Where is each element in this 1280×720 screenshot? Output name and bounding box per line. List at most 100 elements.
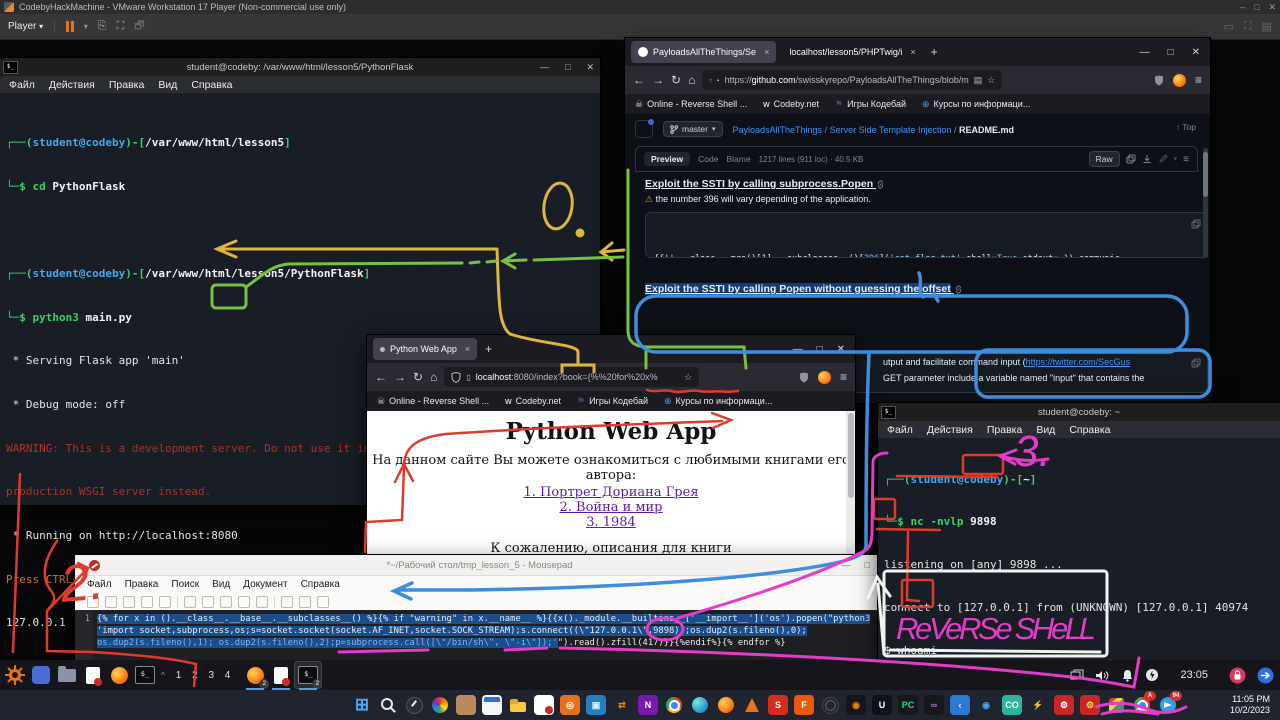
tabs-view-icon[interactable]: ▤	[1262, 20, 1272, 33]
save-icon[interactable]	[123, 596, 135, 608]
menu-item[interactable]: Правка	[987, 424, 1022, 436]
taskbar-app-icon[interactable]: ▣	[586, 695, 606, 715]
menu-item[interactable]: Правка	[125, 579, 159, 590]
bookmark-star-icon[interactable]: ☆	[987, 75, 995, 86]
home-icon[interactable]: ⌂	[688, 73, 695, 87]
taskbar-app-icon[interactable]: ⚡	[1028, 695, 1048, 715]
taskbar-mousepad-window[interactable]	[268, 662, 294, 688]
menu-item[interactable]: Действия	[49, 79, 95, 91]
scrollbar[interactable]	[1203, 148, 1208, 258]
taskbar-app-icon[interactable]: PC	[898, 695, 918, 715]
close-tab-icon[interactable]: ×	[764, 47, 769, 57]
twitter-link[interactable]: https://twitter.com/SecGus	[1026, 357, 1131, 367]
taskbar-app-icon[interactable]	[430, 695, 450, 715]
reload-icon[interactable]: ↻	[671, 73, 681, 87]
anchor-link-icon[interactable]	[954, 285, 963, 294]
minimize-button[interactable]: —	[1140, 47, 1150, 58]
mousepad-titlebar[interactable]: *~/Рабочий стол/tmp_lesson_5 - Mousepad …	[75, 555, 884, 576]
taskbar-app-icon[interactable]: CO	[1002, 695, 1022, 715]
pause-dropdown-icon[interactable]: ▾	[84, 22, 88, 31]
screen-lock-icon[interactable]	[1229, 667, 1246, 684]
taskbar-app-icon[interactable]	[820, 695, 840, 715]
pocket-shield-icon[interactable]	[1154, 75, 1164, 86]
maximize-button[interactable]: □	[565, 62, 570, 73]
book-link-3[interactable]: 3. 1984	[586, 515, 636, 530]
minimize-button[interactable]: —	[793, 344, 803, 355]
taskbar-app-icon[interactable]: ◎	[560, 695, 580, 715]
close-tab-icon[interactable]: ×	[910, 47, 915, 57]
close-button[interactable]: ✕	[1192, 47, 1200, 58]
tab-localhost-phptwig[interactable]: localhost/lesson5/PHPTwig/i×	[782, 41, 922, 63]
menu-item[interactable]: Справка	[191, 79, 232, 91]
tab-python-web-app[interactable]: Python Web App×	[373, 338, 477, 360]
menu-item[interactable]: Документ	[243, 579, 287, 590]
workspace-switcher[interactable]: 1 2 3 4	[176, 670, 235, 681]
fullscreen-icon[interactable]: ⛶	[117, 20, 125, 33]
taskbar-app-icon[interactable]: N	[638, 695, 658, 715]
vmware-close-button[interactable]: ✕	[1268, 0, 1276, 14]
copy-icon[interactable]	[238, 596, 250, 608]
menu-item[interactable]: Справка	[301, 579, 340, 590]
menu-item[interactable]: Правка	[109, 79, 144, 91]
menu-item[interactable]: Действия	[927, 424, 973, 436]
player-menu-button[interactable]: Player ▾	[8, 21, 43, 32]
vmware-minimize-button[interactable]: –	[1240, 0, 1245, 14]
taskbar-app-icon[interactable]: ⊞	[352, 695, 372, 715]
taskbar-terminal-window[interactable]: $_2	[294, 661, 322, 689]
pocket-shield-icon[interactable]	[799, 372, 809, 383]
sidebar-toggle-icon[interactable]	[635, 120, 653, 138]
bookmark-star-icon[interactable]: ☆	[684, 372, 692, 383]
minimize-button[interactable]: —	[842, 560, 851, 570]
menu-item[interactable]: Вид	[158, 79, 177, 91]
cut-icon[interactable]	[220, 596, 232, 608]
save-as-icon[interactable]	[141, 596, 153, 608]
menu-item[interactable]: Справка	[1069, 424, 1110, 436]
vm-clock[interactable]: 23:05	[1180, 669, 1208, 681]
taskbar-app-icon[interactable]	[482, 695, 502, 715]
taskbar-app-icon[interactable]: ‹	[950, 695, 970, 715]
bookmark-item[interactable]: wCodeby.net	[505, 396, 561, 406]
breadcrumb-repo-link[interactable]: PayloadsAllTheThings	[733, 125, 823, 135]
edit-dropdown-icon[interactable]: ▾	[1174, 155, 1178, 163]
close-tab-icon[interactable]: ×	[465, 344, 470, 354]
goto-icon[interactable]	[317, 596, 329, 608]
taskbar-app-icon[interactable]	[404, 695, 424, 715]
open-icon[interactable]	[105, 596, 117, 608]
vmware-maximize-button[interactable]: □	[1254, 0, 1259, 14]
menu-item[interactable]: Поиск	[171, 579, 199, 590]
console-view-icon[interactable]: ▭	[1223, 20, 1233, 33]
tab-preview[interactable]: Preview	[644, 152, 690, 166]
replace-icon[interactable]	[299, 596, 311, 608]
back-to-top-link[interactable]: ↑ Top	[1176, 122, 1196, 132]
copy-code-icon[interactable]	[1191, 219, 1201, 229]
menu-item[interactable]: Вид	[1036, 424, 1055, 436]
taskbar-app-icon[interactable]: F	[794, 695, 814, 715]
maximize-button[interactable]: □	[865, 560, 870, 570]
app-launcher-icon[interactable]	[28, 662, 54, 688]
taskbar-app-icon[interactable]: A	[1132, 695, 1152, 715]
firefox-launcher-icon[interactable]	[106, 662, 132, 688]
taskbar-app-icon[interactable]	[742, 695, 762, 715]
close-button[interactable]: ✕	[586, 62, 594, 73]
breadcrumb-folder-link[interactable]: Server Side Template Injection	[830, 125, 952, 135]
codeby-menu-icon[interactable]	[2, 662, 28, 688]
redo-icon[interactable]	[202, 596, 214, 608]
window-list-icon[interactable]	[1070, 669, 1084, 681]
new-icon[interactable]	[87, 596, 99, 608]
book-link-2[interactable]: 2. Война и мир	[559, 500, 662, 515]
tab-code[interactable]: Code	[698, 154, 718, 164]
terminal-launcher-icon[interactable]: $_	[132, 662, 158, 688]
menu-item[interactable]: Вид	[212, 579, 230, 590]
session-icon[interactable]	[1257, 667, 1274, 684]
minimize-button[interactable]: —	[540, 62, 549, 73]
taskbar-app-icon[interactable]	[716, 695, 736, 715]
forward-icon[interactable]: →	[394, 370, 406, 384]
pause-vm-button[interactable]	[66, 21, 74, 32]
terminal-netcat-titlebar[interactable]: $_ student@codeby: ~	[878, 403, 1280, 421]
home-icon[interactable]: ⌂	[430, 370, 437, 384]
menu-item[interactable]: Файл	[887, 424, 913, 436]
hamburger-menu-icon[interactable]: ≡	[1195, 73, 1202, 87]
new-tab-button[interactable]: +	[485, 342, 492, 356]
hamburger-menu-icon[interactable]: ≡	[840, 370, 847, 384]
taskbar-app-icon[interactable]	[456, 695, 476, 715]
